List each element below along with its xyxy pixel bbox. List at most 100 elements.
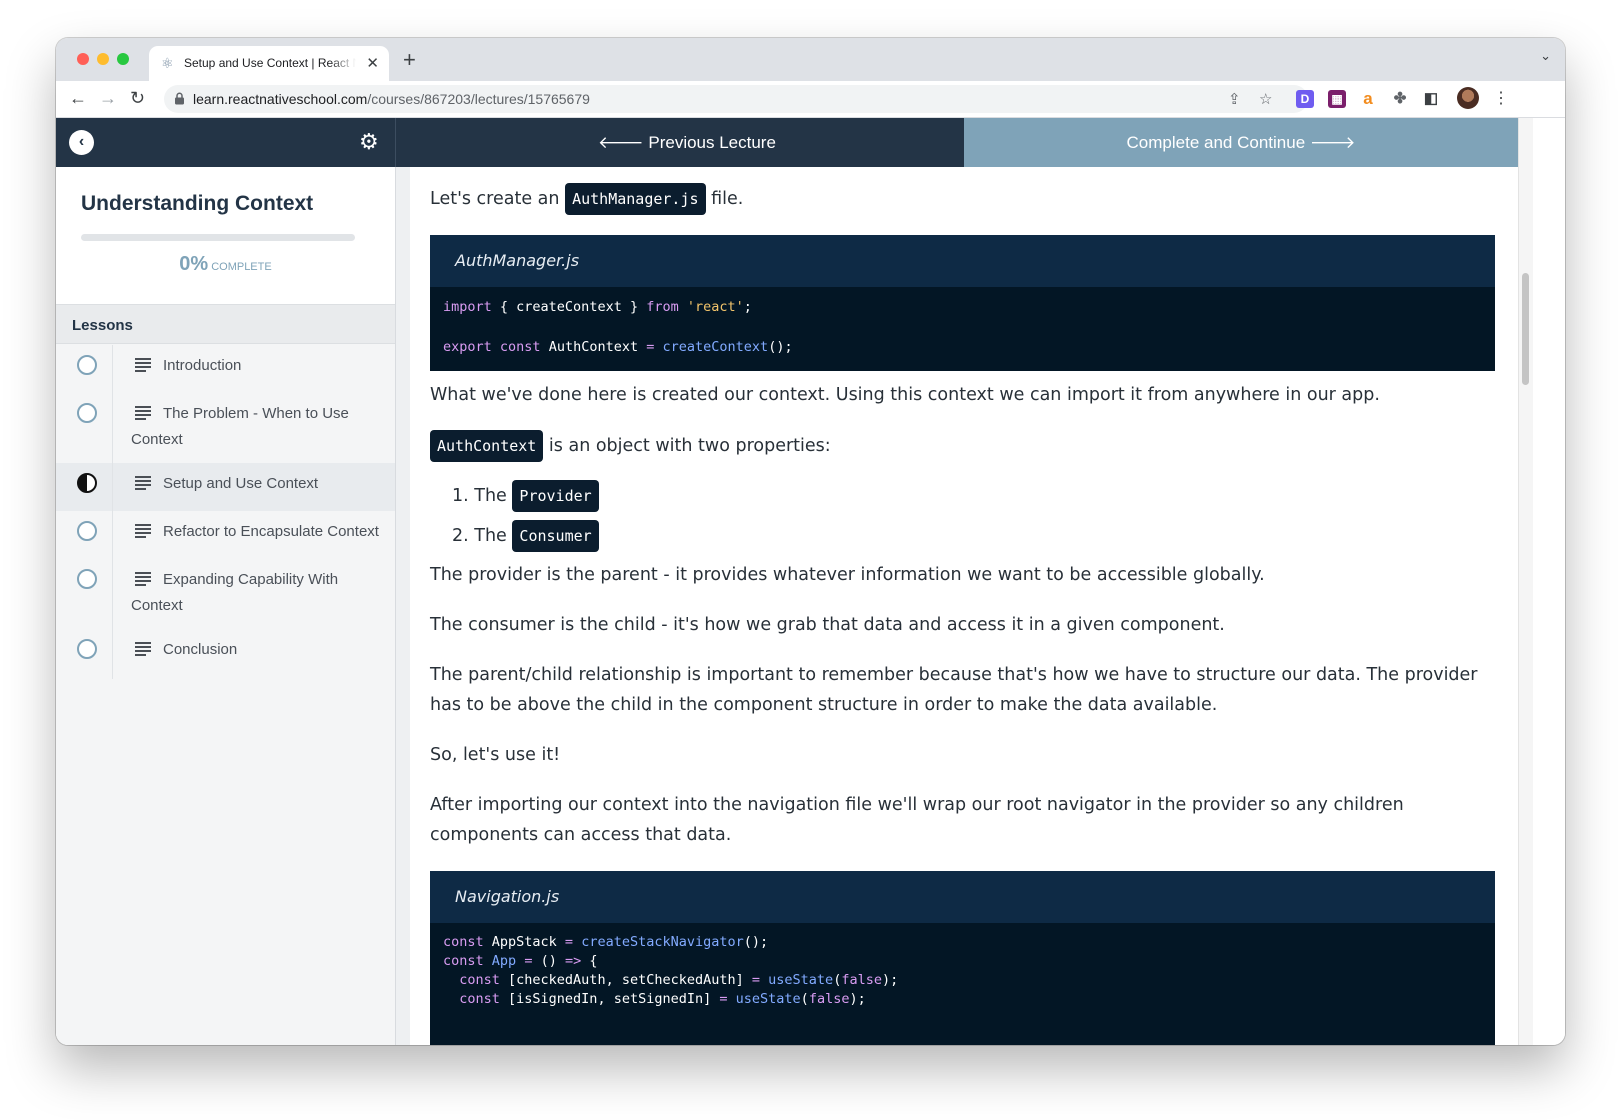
sidebar-topbar: ‹ ⚙ — [56, 118, 395, 167]
tab-title: Setup and Use Context | React Native Sch… — [184, 56, 356, 70]
list-item: 1. The Provider — [452, 480, 599, 512]
zoom-window-button[interactable] — [117, 53, 129, 65]
paragraph-provider: The provider is the parent - it provides… — [430, 565, 1265, 585]
sidebar-divider — [395, 167, 410, 1045]
back-to-course-icon[interactable]: ‹ — [69, 130, 94, 155]
page-scrollbar-thumb[interactable] — [1522, 273, 1529, 385]
lesson-label: The Problem - When to Use Context — [131, 405, 349, 448]
side-panel-icon[interactable]: ◧ — [1422, 90, 1440, 108]
lesson-status-cell — [56, 559, 113, 629]
paragraph-use: So, let's use it! — [430, 745, 561, 765]
lesson-label: Conclusion — [163, 641, 238, 658]
paragraph-context: What we've done here is created our cont… — [430, 385, 1380, 405]
page-scrollbar[interactable] — [1518, 118, 1533, 1045]
lesson-label: Expanding Capability With Context — [131, 571, 339, 614]
authcontext-paragraph: AuthContext is an object with two proper… — [430, 430, 1480, 462]
intro-text-after: file. — [711, 189, 744, 209]
paragraph-navigation: After importing our context into the nav… — [430, 795, 1404, 845]
url-text: learn.reactnativeschool.com/courses/8672… — [193, 91, 590, 107]
tab-search-chevron-icon[interactable]: ⌄ — [1540, 48, 1551, 64]
incomplete-circle-icon — [77, 639, 97, 659]
incomplete-circle-icon — [77, 521, 97, 541]
progress-percent: 0% — [179, 253, 209, 275]
course-header: Understanding Context 0% COMPLETE — [56, 167, 395, 304]
intro-text-before: Let's create an — [430, 189, 560, 209]
lecture-content: Let's create an AuthManager.js file. Aut… — [430, 167, 1500, 1045]
code-chip-authcontext: AuthContext — [430, 430, 544, 462]
lesson-item-expanding-capability[interactable]: Expanding Capability With Context — [56, 559, 395, 629]
browser-toolbar: ← → ↻ learn.reactnativeschool.com/course… — [56, 81, 1565, 118]
incomplete-circle-icon — [77, 355, 97, 375]
lesson-item-introduction[interactable]: Introduction — [56, 345, 395, 393]
course-sidebar: Understanding Context 0% COMPLETE Lessons… — [56, 167, 395, 1045]
code-block-authmanager: AuthManager.js import { createContext } … — [430, 235, 1495, 371]
list-text: The — [474, 526, 507, 546]
url-domain: learn.reactnativeschool.com — [193, 91, 368, 107]
list-item: 2. The Consumer — [452, 520, 599, 552]
extension-d-icon[interactable]: D — [1296, 90, 1314, 108]
gear-icon[interactable]: ⚙ — [359, 129, 379, 155]
lessons-header: Lessons — [56, 304, 395, 344]
code-block-header: AuthManager.js — [430, 235, 1495, 287]
course-page: ‹ ⚙ 🡐 Previous Lecture Complete and Cont… — [56, 118, 1565, 1045]
paragraph-consumer: The consumer is the child - it's how we … — [430, 615, 1225, 635]
code-filename: AuthManager.js — [455, 251, 580, 270]
in-progress-half-circle-icon — [77, 473, 97, 493]
lesson-label: Setup and Use Context — [163, 475, 319, 492]
complete-and-continue-button[interactable]: Complete and Continue 🡒 — [964, 118, 1518, 167]
close-window-button[interactable] — [77, 53, 89, 65]
incomplete-circle-icon — [77, 569, 97, 589]
list-number: 2. — [452, 526, 469, 546]
address-bar[interactable]: learn.reactnativeschool.com/courses/8672… — [164, 85, 1308, 113]
topbar-divider — [395, 118, 410, 167]
lessons-header-label: Lessons — [72, 317, 133, 334]
extension-a-icon[interactable]: a — [1359, 90, 1377, 108]
minimize-window-button[interactable] — [97, 53, 109, 65]
browser-menu-icon[interactable]: ⋮ — [1493, 88, 1509, 108]
lesson-item-the-problem[interactable]: The Problem - When to Use Context — [56, 393, 395, 463]
new-tab-button[interactable]: + — [403, 47, 416, 73]
lesson-item-setup-and-use-context[interactable]: Setup and Use Context — [56, 463, 395, 511]
lesson-status-cell — [56, 463, 113, 511]
back-arrow-icon[interactable]: ← — [69, 87, 87, 109]
extensions-puzzle-icon[interactable]: ✤ — [1391, 90, 1409, 108]
lesson-label: Refactor to Encapsulate Context — [163, 523, 379, 540]
incomplete-circle-icon — [77, 403, 97, 423]
share-icon[interactable]: ⇪ — [1228, 90, 1241, 108]
lesson-status-cell — [56, 511, 113, 559]
intro-paragraph: Let's create an AuthManager.js file. — [430, 183, 1480, 215]
code-chip-authmanager: AuthManager.js — [565, 183, 706, 215]
course-title: Understanding Context — [81, 192, 314, 215]
lock-icon — [175, 92, 184, 105]
react-favicon-icon: ⚛ — [161, 55, 174, 71]
lesson-item-refactor[interactable]: Refactor to Encapsulate Context — [56, 511, 395, 559]
profile-avatar[interactable] — [1457, 87, 1479, 109]
list-number: 1. — [452, 486, 469, 506]
tab-close-icon[interactable]: ✕ — [366, 54, 379, 72]
lesson-status-cell — [56, 345, 113, 393]
extension-grid-icon[interactable]: ▦ — [1328, 90, 1346, 108]
progress-bar — [81, 234, 355, 241]
paragraph-relationship: The parent/child relationship is importa… — [430, 665, 1478, 715]
code-lines: const AppStack = createStackNavigator();… — [443, 934, 899, 1007]
previous-lecture-button[interactable]: 🡐 Previous Lecture — [410, 118, 964, 167]
lesson-label: Introduction — [163, 357, 242, 374]
reload-icon[interactable]: ↻ — [130, 87, 145, 109]
code-lines: import { createContext } from 'react'; e… — [443, 299, 793, 355]
code-chip-provider: Provider — [512, 480, 599, 512]
url-path: /courses/867203/lectures/15765679 — [367, 91, 590, 107]
code-block-header: Navigation.js — [430, 871, 1495, 923]
browser-tab-active[interactable]: ⚛ Setup and Use Context | React Native S… — [149, 46, 389, 81]
lesson-status-cell — [56, 393, 113, 463]
star-icon[interactable]: ☆ — [1259, 90, 1272, 108]
code-block-navigation: Navigation.js const AppStack = createSta… — [430, 871, 1495, 1045]
authcontext-text: is an object with two properties: — [548, 436, 831, 456]
tab-strip: ⚛ Setup and Use Context | React Native S… — [56, 38, 1565, 81]
progress-word: COMPLETE — [211, 261, 272, 273]
list-text: The — [474, 486, 507, 506]
progress-label: 0% COMPLETE — [56, 253, 395, 276]
forward-arrow-icon[interactable]: → — [99, 87, 117, 109]
lesson-status-cell — [56, 629, 113, 679]
lesson-item-conclusion[interactable]: Conclusion — [56, 629, 395, 679]
browser-window: ⚛ Setup and Use Context | React Native S… — [56, 38, 1565, 1045]
